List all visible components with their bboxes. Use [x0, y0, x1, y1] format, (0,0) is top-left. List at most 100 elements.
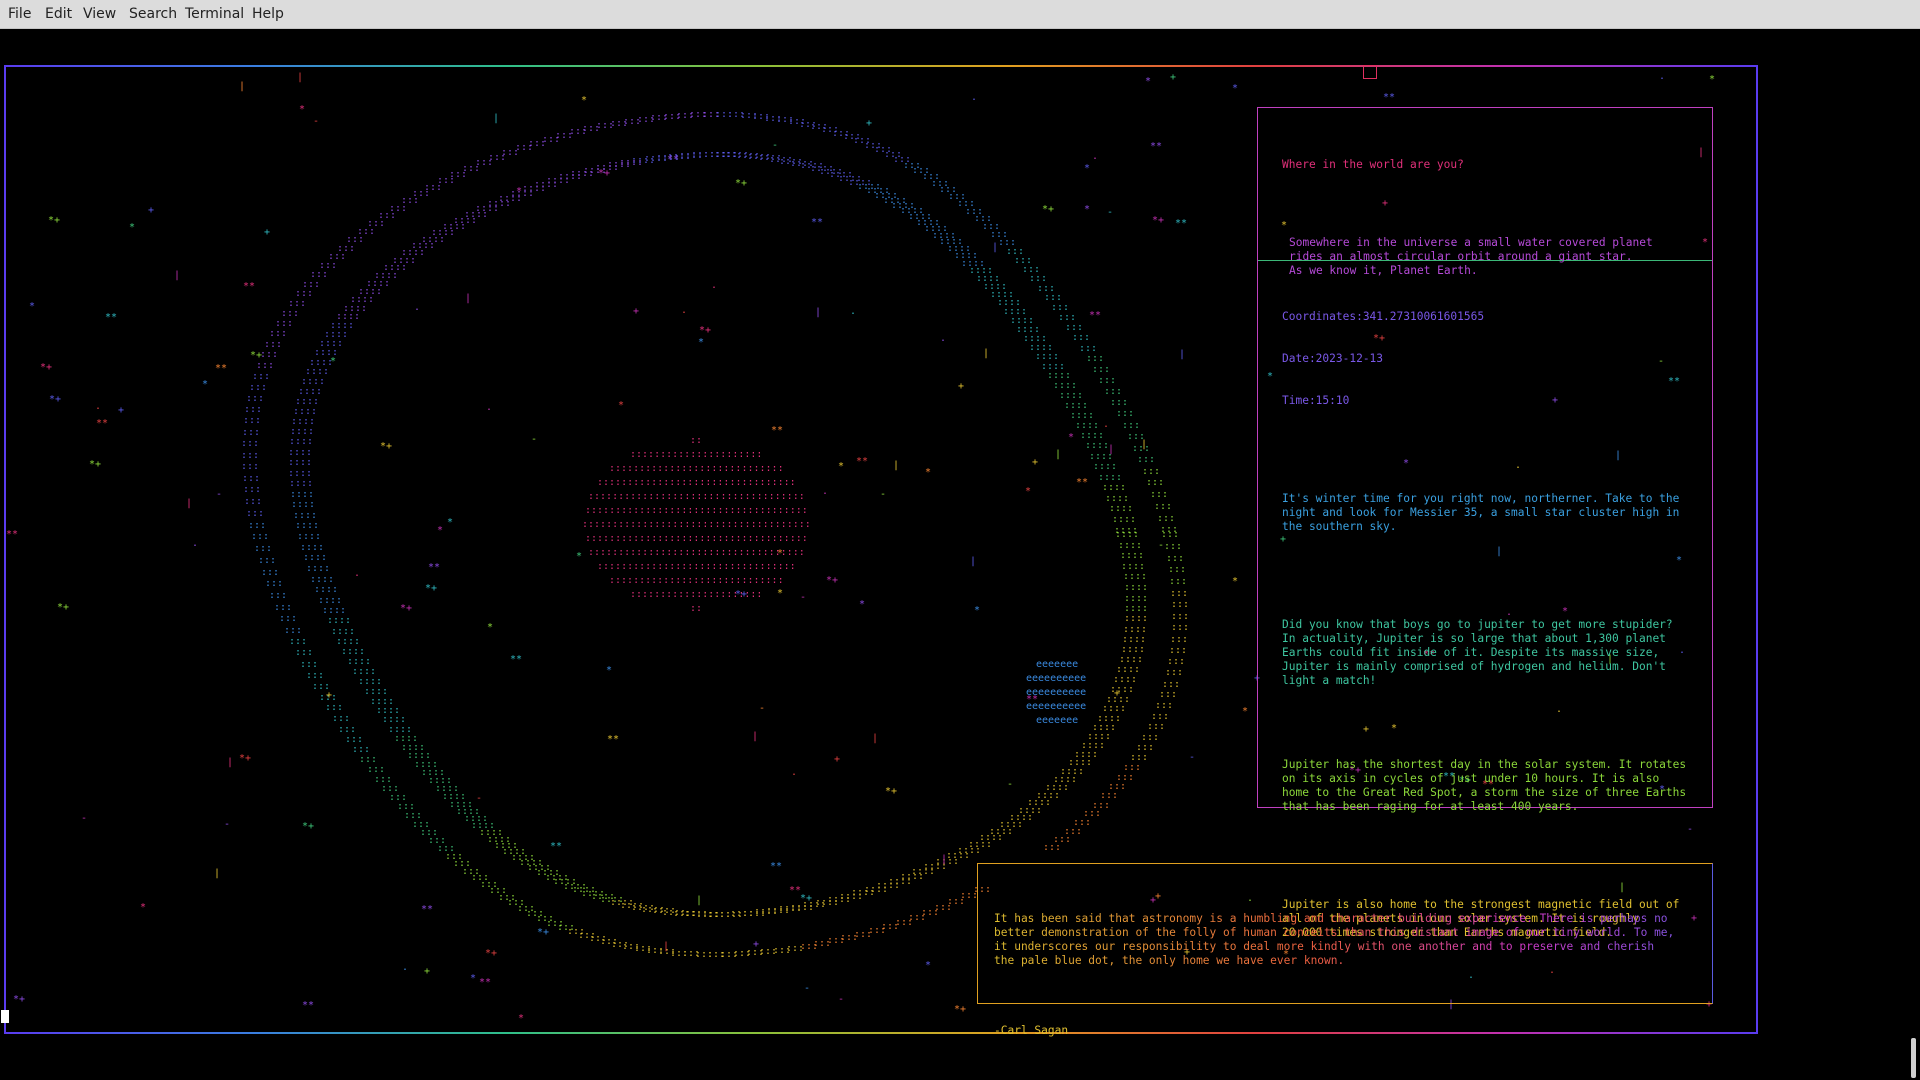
jupiter-fact-1: Did you know that boys go to jupiter to …: [1282, 618, 1673, 687]
orbit-char: ::::: [1093, 461, 1117, 472]
star: -: [224, 819, 230, 830]
planet-row: :::::::::::::::::::::::::::::::::::::: [585, 505, 808, 516]
frame-marker: [1363, 65, 1377, 79]
orbit-char: ::::: [290, 426, 314, 437]
orbit-char: :::: [281, 308, 299, 319]
star: +: [753, 939, 759, 950]
star: -: [800, 592, 806, 603]
orbit-char: :::: [1169, 645, 1187, 656]
star: |: [970, 556, 976, 567]
menu-help[interactable]: Help: [252, 6, 284, 22]
menu-search[interactable]: Search: [129, 6, 177, 22]
star: *: [518, 1013, 524, 1024]
planet-row: ::: [690, 435, 702, 446]
jupiter-fact-2: Jupiter has the shortest day in the sola…: [1282, 758, 1687, 813]
star: *+: [735, 589, 747, 600]
star: *: [1084, 163, 1090, 174]
star: *+: [13, 994, 25, 1005]
menu-edit[interactable]: Edit: [45, 6, 72, 22]
star: .: [1092, 151, 1098, 162]
orbit-char: ::::: [331, 626, 355, 637]
star: *+: [735, 178, 747, 189]
orbit-char: :::: [1092, 364, 1110, 375]
orbit-char: :::: [1110, 397, 1128, 408]
star: *: [1232, 576, 1238, 587]
planet-row: ::: [690, 603, 702, 614]
orbit-char: :::: [1072, 332, 1090, 343]
orbit-char: :::: [1171, 611, 1189, 622]
star: +: [148, 205, 154, 216]
star: **: [1076, 477, 1088, 488]
orbit-char: ::::: [289, 436, 313, 447]
orbit-char: :::: [359, 754, 377, 765]
quote-author: -Carl Sagan: [994, 1024, 1069, 1037]
star: |: [872, 733, 878, 744]
star: +: [834, 754, 840, 765]
star: **: [667, 154, 679, 165]
star: |: [297, 72, 303, 83]
star: |: [1141, 439, 1147, 450]
scrollbar[interactable]: [1911, 1038, 1916, 1078]
orbit-char: :::: [289, 636, 307, 647]
orbit-char: :::: [242, 473, 260, 484]
star: *+: [1152, 215, 1164, 226]
orbit-char: :::: [258, 555, 276, 566]
star: .: [822, 486, 828, 497]
star: *: [777, 548, 783, 559]
orbit-char: ::::: [1120, 550, 1144, 561]
orbit-char: :::: [1043, 842, 1061, 853]
star: *: [698, 337, 704, 348]
orbit-char: ::::: [293, 510, 317, 521]
star: *: [1232, 83, 1238, 94]
star: *: [1709, 74, 1715, 85]
star: **: [428, 562, 440, 573]
orbit-char: :::: [338, 724, 356, 735]
orbit-char: :::: [1154, 501, 1172, 512]
menu-bar: File Edit View Search Terminal Help: [0, 0, 1920, 29]
star: |: [214, 868, 220, 879]
star: *+: [598, 168, 610, 179]
star: |: [1055, 449, 1061, 460]
winter-text: It's winter time for you right now, nort…: [1282, 492, 1680, 533]
star: -: [81, 813, 87, 824]
star: +: [958, 381, 964, 392]
star: .: [354, 568, 360, 579]
orbit-char: :::: [275, 318, 293, 329]
star: -: [1007, 779, 1013, 790]
orbit-char: ::::: [288, 457, 312, 468]
star: .: [971, 92, 977, 103]
menu-file[interactable]: File: [8, 6, 31, 22]
star: **: [96, 418, 108, 429]
star: |: [239, 81, 245, 92]
star: +: [866, 118, 872, 129]
orbit-char: :::: [1159, 689, 1177, 700]
orbit-char: ::::: [1123, 571, 1147, 582]
star: |: [465, 293, 471, 304]
orbit-char: :::: [261, 567, 279, 578]
star: **: [771, 425, 783, 436]
star: **: [1383, 92, 1395, 103]
terminal-area[interactable]: ::::::::::::::::::::::::::::::::::::::::…: [0, 29, 1920, 1080]
orbit-char: :::: [265, 578, 283, 589]
orbit-char: :::: [1170, 634, 1188, 645]
star: .: [192, 538, 198, 549]
star: .: [414, 302, 420, 313]
star: .: [95, 401, 101, 412]
orbit-char: ::::: [1112, 514, 1136, 525]
orbit-char: :::: [300, 659, 318, 670]
star: -: [1189, 752, 1195, 763]
orbit-char: ::::: [370, 696, 394, 707]
menu-view[interactable]: View: [83, 6, 116, 22]
orbit-char: :::: [1137, 454, 1155, 465]
star: *+: [425, 583, 437, 594]
location-panel: Where in the world are you? Somewhere in…: [1257, 107, 1713, 277]
star: **: [1150, 141, 1162, 152]
orbit-char: ::::: [388, 724, 412, 735]
star: *+: [250, 350, 262, 361]
orbit-char: :::: [345, 734, 363, 745]
star: *: [330, 356, 336, 367]
star: *: [516, 186, 522, 197]
star: **: [856, 456, 868, 467]
star: -: [880, 489, 886, 500]
menu-terminal[interactable]: Terminal: [185, 6, 244, 22]
